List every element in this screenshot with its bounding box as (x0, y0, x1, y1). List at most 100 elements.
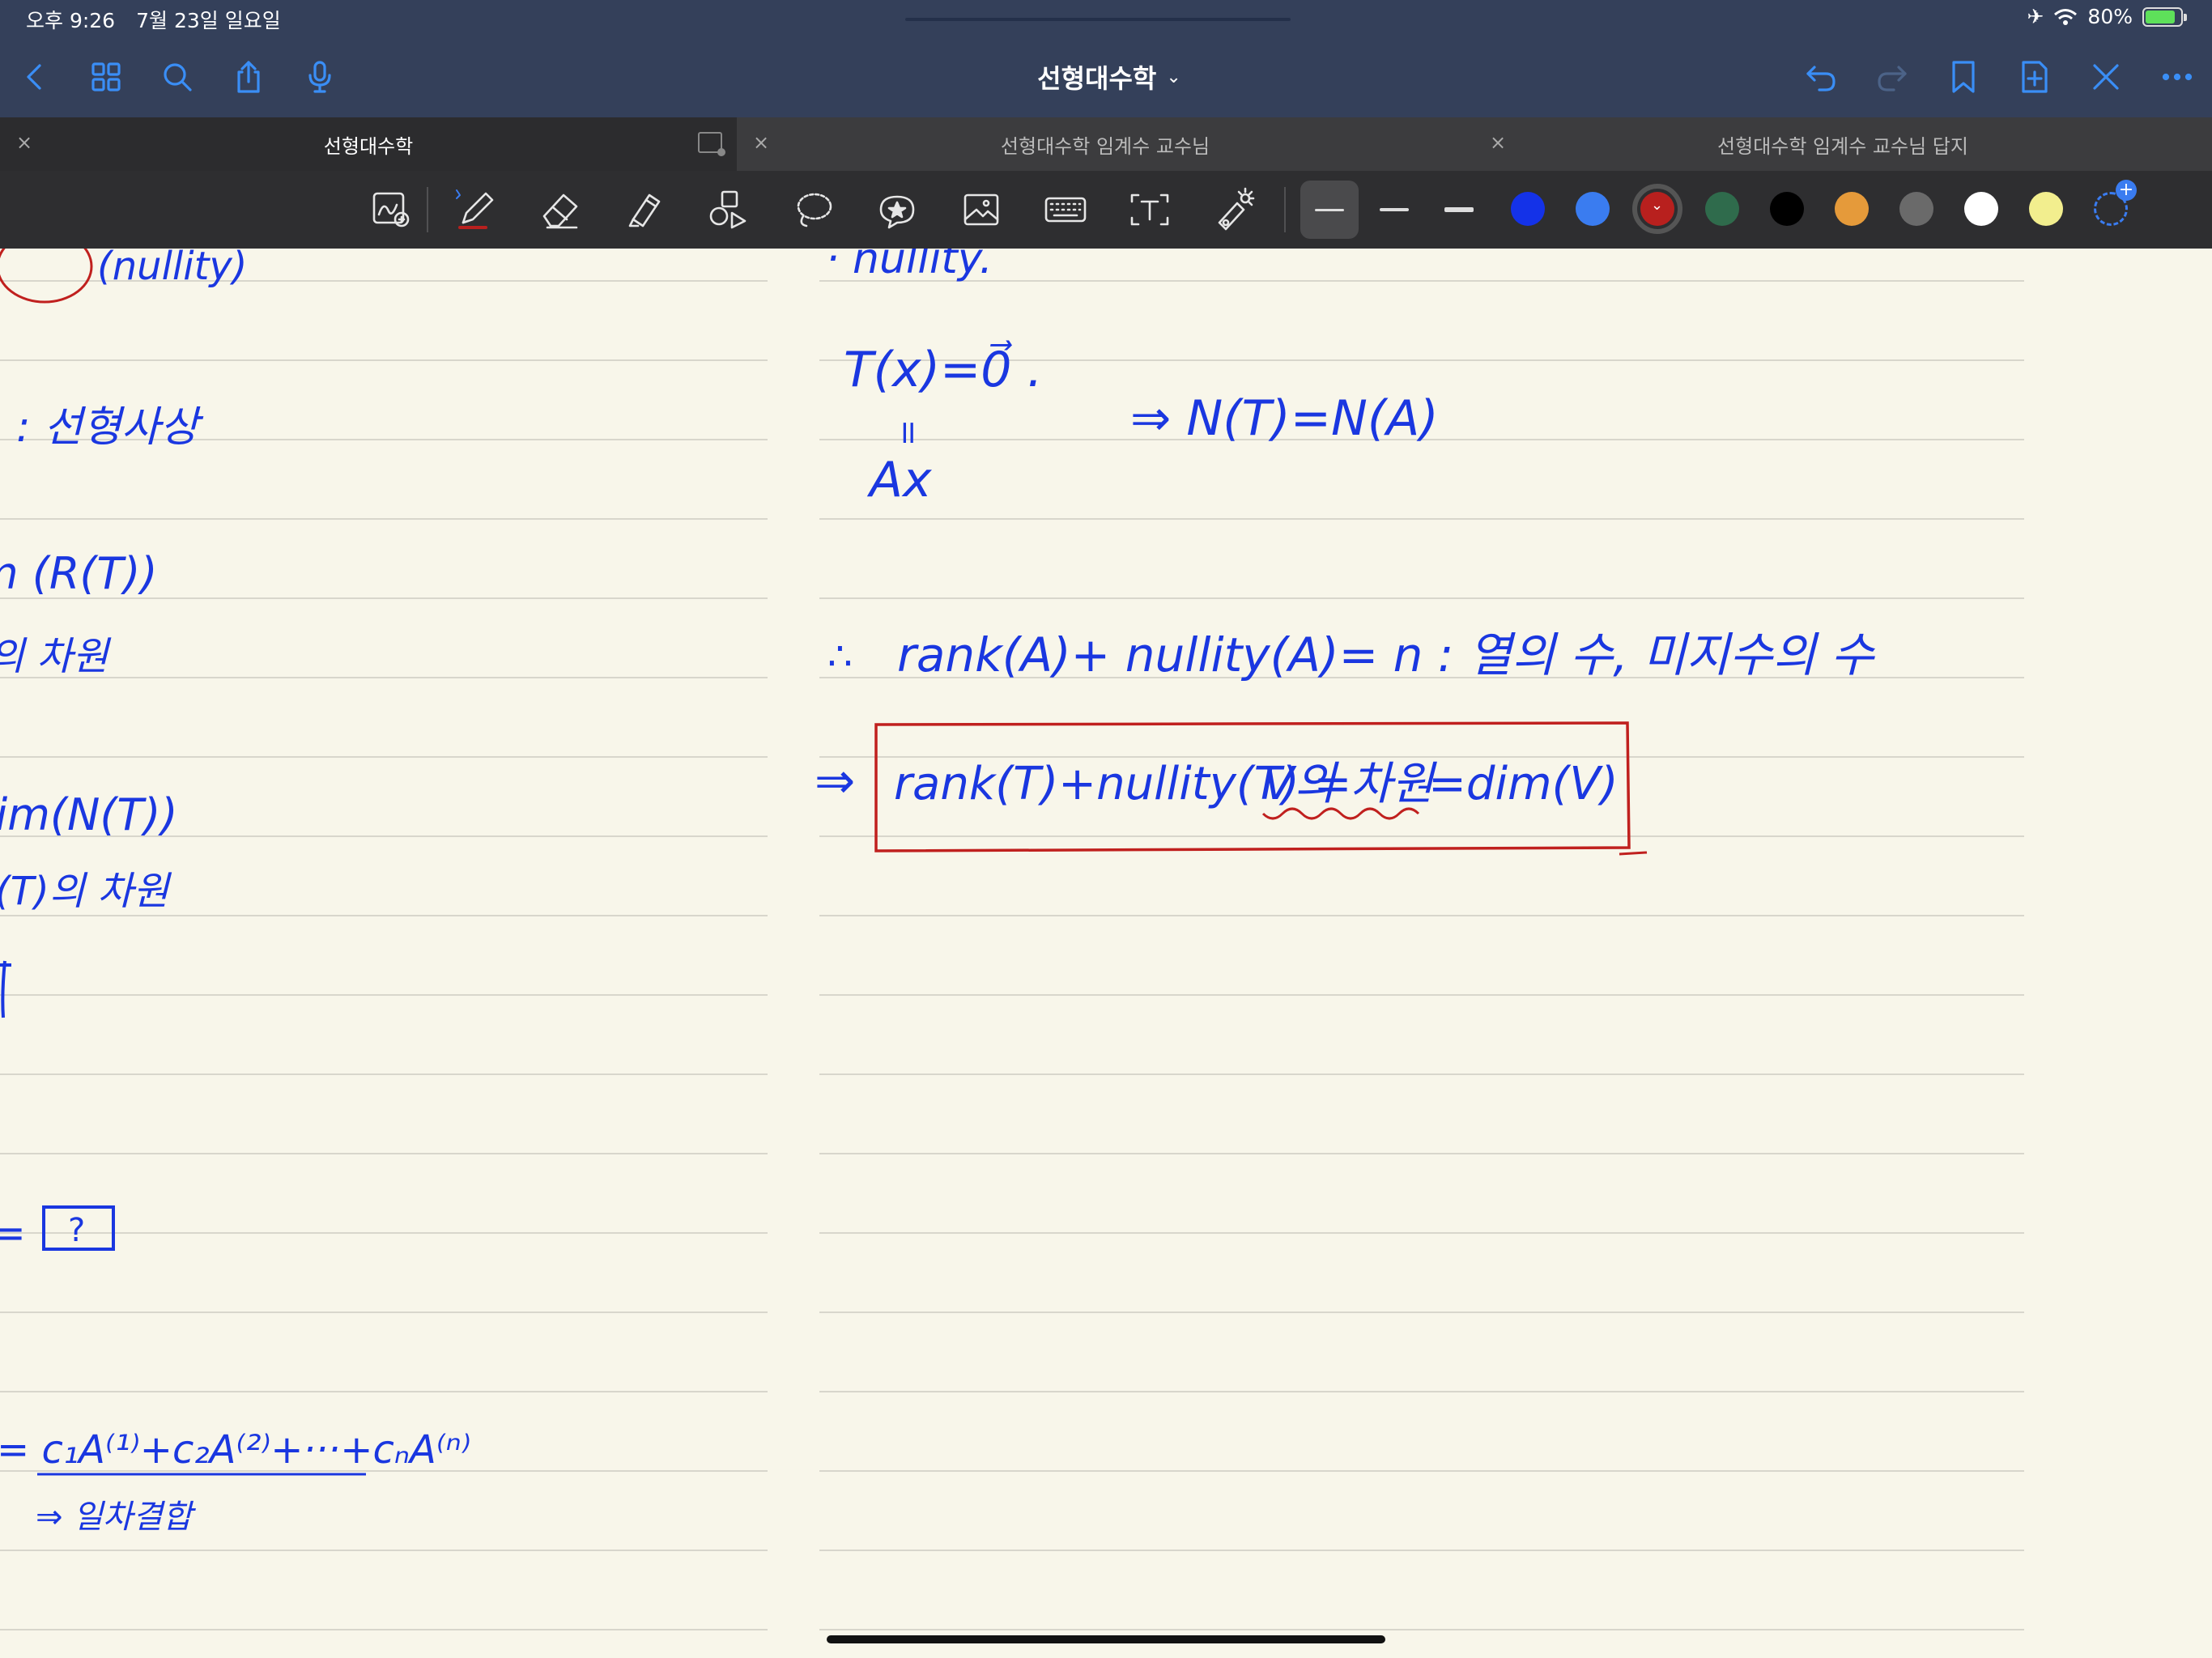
lasso-tool[interactable] (787, 184, 839, 236)
zoom-window-tool[interactable] (366, 184, 418, 236)
microphone-button[interactable] (301, 58, 338, 96)
implication-arrow: ⇒ (815, 753, 855, 810)
wifi-icon (2054, 8, 2078, 25)
bookmark-icon (1952, 61, 1975, 93)
elements-icon (879, 195, 915, 229)
keyboard-icon (1044, 197, 1087, 223)
elements-tool[interactable] (871, 184, 923, 236)
status-date: 7월 23일 일요일 (136, 9, 281, 32)
add-color-button[interactable] (2094, 180, 2137, 226)
eraser-icon (542, 193, 578, 229)
color-swatch[interactable] (1770, 192, 1804, 226)
search-button[interactable] (159, 58, 196, 96)
text-tool[interactable] (1124, 184, 1176, 236)
stroke-thin-option[interactable] (1300, 181, 1359, 239)
lasso-icon (797, 193, 832, 227)
pencil-cross-icon (2093, 64, 2119, 90)
shapes-icon (709, 190, 747, 229)
redo-button[interactable] (1874, 58, 1911, 96)
drawing-toolbar (0, 171, 2212, 249)
status-bar-right: ✈ 80% (2027, 5, 2187, 28)
left-ink-line-9: ⇒ 일차결합 (36, 1499, 197, 1536)
chevron-down-icon: ⌄ (1651, 197, 1664, 214)
eq-Tx-zero: T(x)=0⃗ . (844, 340, 1043, 398)
battery-percent: 80% (2087, 5, 2133, 28)
status-time: 오후 9:26 (26, 9, 116, 32)
close-edit-button[interactable] (2087, 58, 2125, 96)
color-swatch[interactable] (1511, 192, 1545, 226)
eq-NT-NA: ⇒ N(T)=N(A) (1130, 390, 1439, 447)
left-ink-line-7: = (0, 1209, 26, 1256)
tab-label: 선형대수학 임계수 교수님 답지 (1717, 134, 1968, 158)
left-ink-line-3: m (R(T)) (0, 548, 158, 599)
status-bar-left: 오후 9:26 7월 23일 일요일 (26, 5, 281, 34)
multitasking-handle[interactable] (905, 18, 1291, 21)
color-swatch[interactable] (1576, 192, 1610, 226)
split-view-icon[interactable] (698, 132, 725, 156)
image-tool[interactable] (955, 184, 1007, 236)
divider (427, 187, 428, 232)
tab-professor-notes[interactable]: × 선형대수학 임계수 교수님 (737, 117, 1474, 171)
tab-label: 선형대수학 임계수 교수님 (1000, 134, 1210, 158)
left-ink-fragment (0, 960, 11, 1018)
tab-linear-algebra[interactable]: × 선형대수학 (0, 117, 737, 171)
stroke-medium-option[interactable] (1365, 181, 1423, 239)
highlighter-icon (628, 193, 661, 227)
tab-professor-answers[interactable]: × 선형대수학 임계수 교수님 답지 (1474, 117, 2212, 171)
divider (1284, 187, 1286, 232)
close-icon[interactable]: × (753, 131, 769, 154)
color-swatch[interactable] (1835, 192, 1869, 226)
redo-icon (1878, 66, 1907, 91)
pen-icon (456, 189, 494, 229)
grid-icon (91, 62, 121, 91)
more-icon (2162, 73, 2193, 81)
image-icon (963, 193, 999, 226)
tab-bar: × 선형대수학 × 선형대수학 임계수 교수님 × 선형대수학 임계수 교수님 … (0, 117, 2212, 171)
laser-pointer-tool[interactable] (1208, 184, 1260, 236)
eraser-tool[interactable] (534, 184, 586, 236)
home-indicator[interactable] (827, 1635, 1385, 1643)
pen-tool[interactable] (450, 184, 502, 236)
tab-label: 선형대수학 (323, 134, 414, 158)
airplane-icon: ✈ (2027, 5, 2044, 28)
color-swatch[interactable] (1899, 192, 1933, 226)
close-icon[interactable]: × (1490, 131, 1506, 154)
boxed-theorem-part-3: =dim(V) (1428, 758, 1619, 810)
chevron-down-icon: ⌄ (1166, 66, 1181, 87)
keyboard-tool[interactable] (1040, 184, 1091, 236)
share-button[interactable] (230, 58, 267, 96)
back-button[interactable] (16, 58, 53, 96)
chevron-left-icon (27, 64, 41, 90)
left-ink-line-6: (T)의 차원 (0, 869, 172, 914)
color-swatch[interactable] (1705, 192, 1739, 226)
left-ink-line-1: (nullity) (97, 249, 248, 289)
laser-pointer-icon (1218, 187, 1255, 231)
notebook-canvas[interactable]: (nullity) : 선형사상 m (R(T)) 의 차원 dim(N(T))… (0, 249, 2212, 1658)
shapes-tool[interactable] (703, 184, 755, 236)
left-page-ink: (nullity) : 선형사상 m (R(T)) 의 차원 dim(N(T))… (0, 249, 471, 1536)
more-button[interactable] (2159, 58, 2196, 96)
highlighter-tool[interactable] (619, 184, 670, 236)
add-page-icon (2022, 61, 2048, 93)
color-swatch[interactable]: ⌄ (1632, 184, 1682, 234)
therefore-symbol: ∴ (827, 634, 853, 679)
left-ink-line-4: 의 차원 (0, 634, 112, 679)
color-swatch[interactable] (1964, 192, 1998, 226)
close-icon[interactable]: × (16, 131, 32, 154)
top-bar: 오후 9:26 7월 23일 일요일 ✈ 80% 선형대수학 ⌄ (0, 0, 2212, 117)
add-page-button[interactable] (2016, 58, 2053, 96)
undo-button[interactable] (1802, 58, 1840, 96)
bookmark-button[interactable] (1945, 58, 1982, 96)
stroke-thick-option[interactable] (1430, 181, 1488, 239)
microphone-icon (308, 61, 331, 93)
text-icon (1130, 193, 1169, 226)
share-icon (237, 61, 260, 93)
boxed-theorem-part-2: V의 차원 (1263, 758, 1437, 810)
thumbnails-button[interactable] (87, 58, 125, 96)
question-box-label: ? (68, 1212, 85, 1249)
document-title-button[interactable]: 선형대수학 ⌄ (1004, 58, 1214, 96)
document-title: 선형대수학 (1037, 63, 1157, 94)
battery-icon (2142, 6, 2187, 27)
right-page-ink: · nullity. T(x)=0⃗ . ॥ Ax ⇒ N(T)=N(A) ∴ … (815, 249, 1875, 856)
color-swatch[interactable] (2029, 192, 2063, 226)
